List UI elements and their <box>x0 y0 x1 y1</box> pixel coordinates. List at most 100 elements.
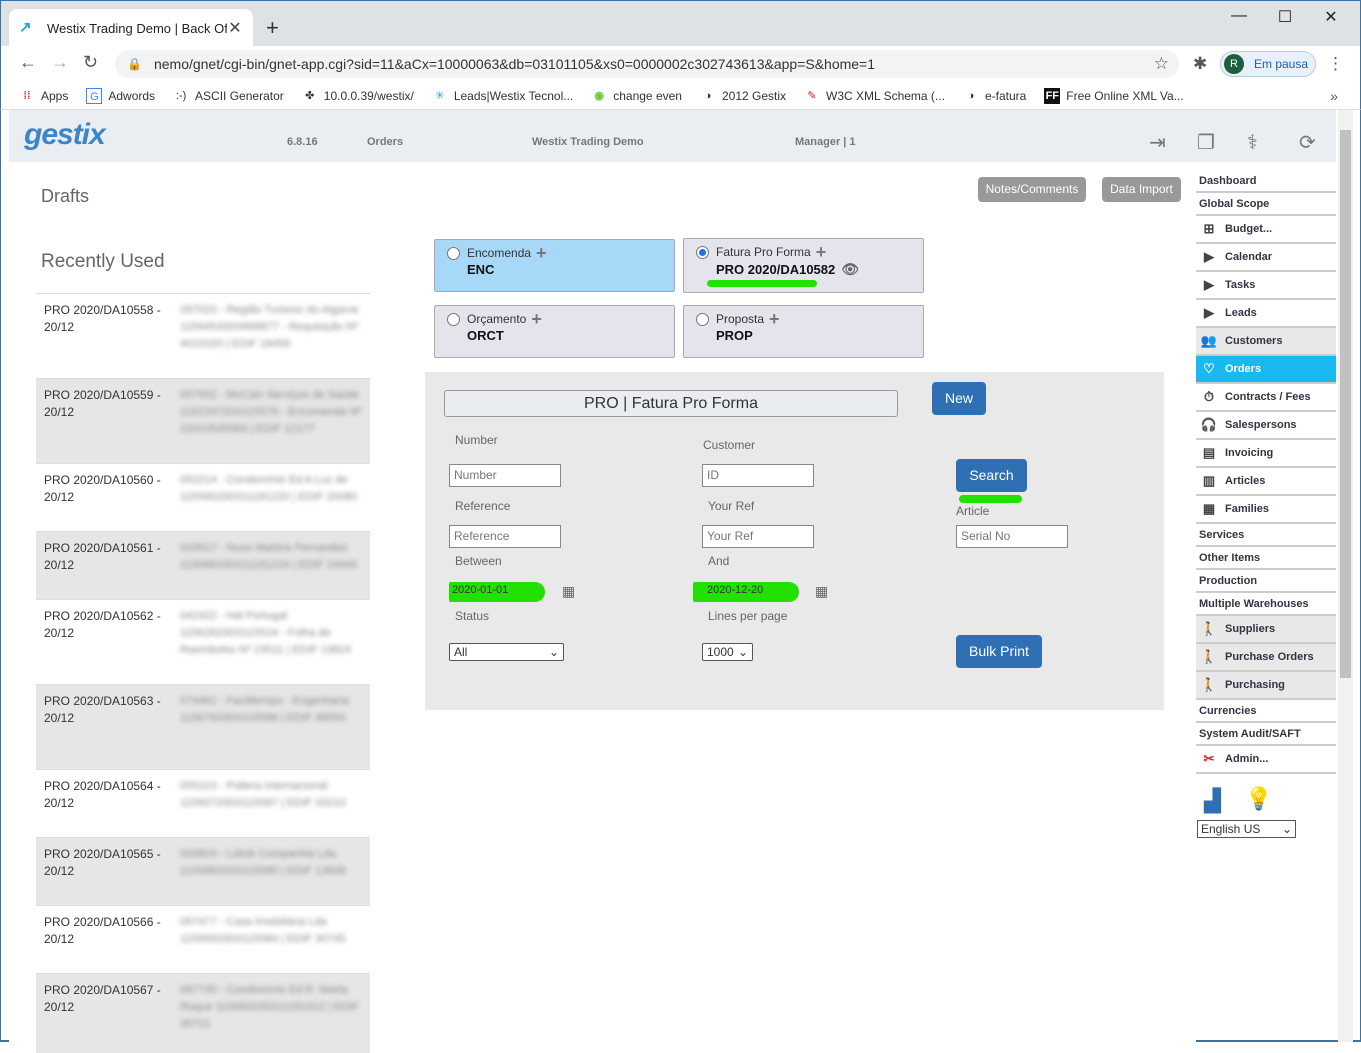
sidebar-item-contracts[interactable]: ⏱ Contracts / Fees <box>1196 384 1336 412</box>
refresh-icon[interactable]: ⟳ <box>1299 130 1316 155</box>
sidebar-item-calendar[interactable]: ▶ Calendar <box>1196 244 1336 272</box>
radio-proposta[interactable] <box>696 312 709 326</box>
sidebar-item-system-audit[interactable]: System Audit/SAFT <box>1196 723 1336 746</box>
browser-menu-icon[interactable]: ⋮ <box>1327 54 1344 74</box>
new-tab-icon[interactable]: + <box>266 15 279 41</box>
doctype-card-encomenda[interactable]: Encomenda + ENC <box>434 239 675 292</box>
sidebar-item-leads[interactable]: ▶ Leads <box>1196 300 1336 328</box>
your-ref-field[interactable]: Your Ref <box>702 525 814 548</box>
doctype-card-orcamento[interactable]: Orçamento + ORCT <box>434 305 675 358</box>
bookmark-change-even[interactable]: ◉ change even <box>591 88 682 104</box>
bookmark-star-icon[interactable]: ☆ <box>1154 54 1169 74</box>
bookmark-efatura[interactable]: ◑ e-fatura <box>963 88 1027 104</box>
eye-icon[interactable]: 👁 <box>841 261 859 278</box>
bookmark-westix-local[interactable]: ✤ 10.0.0.39/westix/ <box>302 88 414 104</box>
close-window-icon[interactable]: ✕ <box>1321 7 1341 27</box>
add-encomenda-icon[interactable]: + <box>536 244 547 262</box>
sidebar-item-other-items[interactable]: Other Items <box>1196 547 1336 570</box>
date-to-field[interactable]: 2020-12-20 <box>704 580 816 603</box>
search-button[interactable]: Search <box>956 459 1027 492</box>
sidebar-item-invoicing[interactable]: ▤ Invoicing <box>1196 440 1336 468</box>
sidebar-item-purchase-orders[interactable]: 🚶 Purchase Orders <box>1196 644 1336 672</box>
bookmark-apps[interactable]: ⁞⁞ Apps <box>19 88 68 104</box>
list-item[interactable]: PRO 2020/DA10566 - 20/12 057477 - Casa Im… <box>36 905 370 973</box>
doctype-code: PROP <box>716 328 753 343</box>
number-field[interactable]: Number <box>449 464 561 487</box>
list-item[interactable]: PRO 2020/DA10560 - 20/12 052214 - Condomí… <box>36 463 370 531</box>
extensions-icon[interactable]: ✱ <box>1193 54 1207 74</box>
list-item[interactable]: PRO 2020/DA10564 - 20/12 055223 - Poltera… <box>36 769 370 837</box>
sidebar-item-orders[interactable]: ♡ Orders <box>1196 356 1336 384</box>
doctype-card-proposta[interactable]: Proposta + PROP <box>683 305 924 358</box>
add-fatura-icon[interactable]: + <box>816 243 827 261</box>
logout-icon[interactable]: ⇥ <box>1149 130 1166 155</box>
list-item[interactable]: PRO 2020/DA10559 - 20/12 007552 - McCain … <box>36 378 370 463</box>
sidebar-item-services[interactable]: Services <box>1196 524 1336 547</box>
ascii-icon: :-) <box>175 89 187 102</box>
gestix-logo[interactable]: gestix <box>24 118 106 152</box>
scroll-thumb[interactable] <box>1340 130 1351 678</box>
sidebar-item-families[interactable]: ▦ Families <box>1196 496 1336 524</box>
list-item[interactable]: PRO 2020/DA10562 - 20/12 042422 - Hdi Por… <box>36 599 370 684</box>
list-item[interactable]: PRO 2020/DA10561 - 20/12 043917 - Nuno Ma… <box>36 531 370 599</box>
more-bookmarks-icon[interactable]: » <box>1330 88 1338 104</box>
lines-per-page-select[interactable]: 1000 ⌄ <box>702 643 753 661</box>
sidebar-item-budget[interactable]: ⊞ Budget... <box>1196 216 1336 244</box>
sidebar-item-purchasing[interactable]: 🚶 Purchasing <box>1196 672 1336 700</box>
browser-tab[interactable]: ↗ Westix Trading Demo | Back Offic ✕ <box>9 9 253 47</box>
sidebar-item-dashboard[interactable]: Dashboard <box>1196 170 1336 193</box>
list-item[interactable]: PRO 2020/DA10565 - 20/12 000824 - Lidnik … <box>36 837 370 905</box>
customer-id-field[interactable]: ID <box>702 464 814 487</box>
sidebar-item-customers[interactable]: 👥 Customers <box>1196 328 1336 356</box>
forward-icon[interactable]: → <box>51 52 69 73</box>
radio-fatura-pro-forma[interactable] <box>696 245 709 259</box>
sidebar-item-production[interactable]: Production <box>1196 570 1336 593</box>
sidebar-item-tasks[interactable]: ▶ Tasks <box>1196 272 1336 300</box>
sidebar-item-multiple-warehouses[interactable]: Multiple Warehouses <box>1196 593 1336 616</box>
bulk-print-button[interactable]: Bulk Print <box>956 635 1042 668</box>
reference-field[interactable]: Reference <box>449 525 561 548</box>
status-select[interactable]: All ⌄ <box>449 643 564 661</box>
close-tab-icon[interactable]: ✕ <box>227 18 243 38</box>
lightbulb-icon[interactable]: 💡 <box>1245 786 1272 812</box>
date-from-field[interactable]: 2020-01-01 <box>449 580 561 603</box>
address-bar[interactable]: 🔒 nemo/gnet/cgi-bin/gnet-app.cgi?sid=11&… <box>115 50 1179 78</box>
back-icon[interactable]: ← <box>19 52 37 73</box>
list-item[interactable]: PRO 2020/DA10558 - 20/12 097020 - Região … <box>36 293 370 378</box>
serial-no-field[interactable]: Serial No <box>956 525 1068 548</box>
bookmark-w3c[interactable]: ✎ W3C XML Schema (... <box>804 88 945 104</box>
radio-orcamento[interactable] <box>447 312 460 326</box>
profile-button[interactable]: R Em pausa <box>1220 51 1316 77</box>
new-button[interactable]: New <box>932 382 986 415</box>
bookmark-leads[interactable]: ✳ Leads|Westix Tecnol... <box>432 88 573 104</box>
bookmark-ascii[interactable]: :-) ASCII Generator <box>173 88 284 104</box>
minimize-icon[interactable]: — <box>1229 7 1249 25</box>
add-orcamento-icon[interactable]: + <box>531 310 542 328</box>
calendar-icon[interactable]: ▦ <box>815 583 828 600</box>
windows-icon[interactable]: ❐ <box>1197 130 1215 155</box>
data-import-button[interactable]: Data Import <box>1102 177 1181 202</box>
sidebar-item-articles[interactable]: ▥ Articles <box>1196 468 1336 496</box>
recent-list: PRO 2020/DA10558 - 20/12 097020 - Região … <box>36 293 370 1053</box>
printer-icon[interactable]: ▟ <box>1204 788 1221 814</box>
bookmark-adwords[interactable]: G Adwords <box>86 87 155 104</box>
sidebar-item-currencies[interactable]: Currencies <box>1196 700 1336 723</box>
page-scrollbar[interactable] <box>1338 110 1353 1042</box>
maximize-icon[interactable]: ☐ <box>1275 7 1295 27</box>
bookmark-xml-validator[interactable]: FF Free Online XML Va... <box>1044 87 1184 104</box>
sidebar-item-suppliers[interactable]: 🚶 Suppliers <box>1196 616 1336 644</box>
sidebar-item-salespersons[interactable]: 🎧 Salespersons <box>1196 412 1336 440</box>
sidebar-item-admin[interactable]: ✂ Admin... <box>1196 746 1336 774</box>
bookmark-gestix[interactable]: ◑ 2012 Gestix <box>700 88 786 104</box>
reload-icon[interactable]: ↻ <box>83 52 98 73</box>
add-proposta-icon[interactable]: + <box>769 310 780 328</box>
calendar-icon[interactable]: ▦ <box>562 583 575 600</box>
list-item[interactable]: PRO 2020/DA10563 - 20/12 074462 - Facilit… <box>36 684 370 769</box>
stethoscope-icon[interactable]: ⚕ <box>1247 130 1258 155</box>
sidebar-item-global-scope[interactable]: Global Scope <box>1196 193 1336 216</box>
language-select[interactable]: English US ⌄ <box>1197 820 1296 838</box>
radio-encomenda[interactable] <box>447 246 460 260</box>
change-even-icon: ◉ <box>594 89 605 102</box>
notes-comments-button[interactable]: Notes/Comments <box>978 177 1086 202</box>
list-item[interactable]: PRO 2020/DA10567 - 20/12 097745 - Condomí… <box>36 973 370 1053</box>
